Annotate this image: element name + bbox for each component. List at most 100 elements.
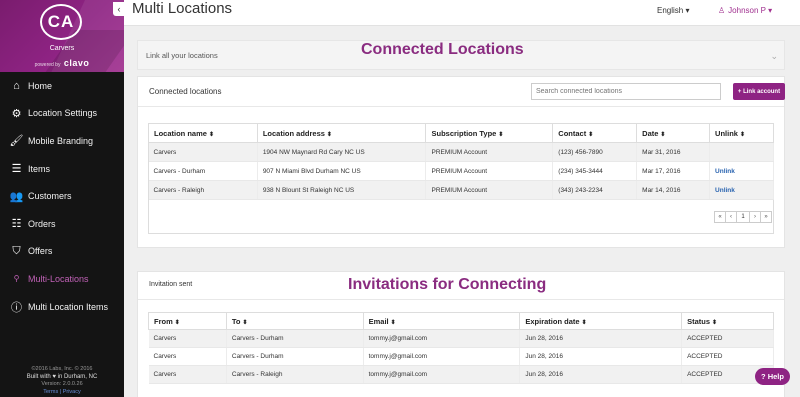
avatar[interactable]: CA [40, 4, 82, 40]
table-row: Carvers Carvers - Durham tommy.j@gmail.com… [148, 347, 774, 366]
sort-icon[interactable]: ⬍ [242, 320, 247, 326]
link-account-button[interactable]: + Link account [733, 83, 785, 100]
cell-expiration: Jun 28, 2016 [519, 329, 683, 348]
column-label: Location address [262, 128, 325, 138]
language-dropdown[interactable]: English ▾ [657, 6, 690, 15]
sidebar-footer: ©2016 Labs, Inc. © 2016 Built with ♥ in … [0, 366, 124, 397]
column-header[interactable]: Location address ⬍ [256, 123, 427, 143]
sort-icon[interactable]: ⬍ [660, 132, 665, 138]
sidebar-item-location-settings[interactable]: ⚙ Location Settings [0, 100, 124, 128]
cell-to: Carvers - Durham [226, 329, 364, 348]
footer-links[interactable]: Terms | Privacy [0, 389, 124, 396]
cell-address: 907 N Miami Blvd Durham NC US [257, 161, 427, 181]
link-all-label: Link all your locations [146, 51, 218, 60]
table-body: Carvers 1904 NW Maynard Rd Cary NC US PREM… [148, 142, 774, 200]
sidebar-item-label: Mobile Branding [28, 135, 94, 146]
connected-locations-panel: Connected locations + Link account Locat… [137, 76, 785, 248]
home-icon: ⌂ [13, 79, 20, 92]
user-icon: ♙ [718, 6, 726, 15]
cell-to: Carvers - Raleigh [226, 365, 364, 384]
sidebar-item-label: Offers [28, 246, 53, 257]
table-row: Carvers Carvers - Raleigh tommy.j@gmail.co… [148, 365, 774, 384]
clavo-logo: clavo [63, 58, 90, 68]
sidebar-item-multi-location-items[interactable]: ⓘ Multi Location Items [0, 293, 124, 321]
column-label: Location name [154, 128, 207, 138]
multi-location-icon: ⚲ [13, 274, 20, 284]
cell-date: Mar 17, 2016 [636, 161, 711, 181]
column-header[interactable]: Date ⬍ [636, 123, 711, 143]
sort-icon[interactable]: ⬍ [498, 132, 503, 138]
sidebar-item-orders[interactable]: ☷ Orders [0, 210, 124, 238]
sidebar-item-label: Items [28, 163, 51, 174]
sort-icon[interactable]: ⬍ [209, 132, 214, 138]
cell-contact: (234) 345-3444 [552, 161, 638, 181]
cell-date: Mar 14, 2016 [636, 180, 711, 200]
cell-status: ACCEPTED [681, 329, 774, 348]
table-row: Carvers Carvers - Durham tommy.j@gmail.com… [148, 329, 774, 348]
table-row: Carvers - Durham 907 N Miami Blvd Durham … [148, 161, 774, 181]
sidebar-item-customers[interactable]: 👥 Customers [0, 182, 124, 210]
sort-icon[interactable]: ⬍ [327, 132, 332, 138]
unlink-link[interactable]: Unlink [715, 168, 735, 175]
sidebar-item-label: Multi-Locations [28, 273, 89, 284]
column-label: Date [642, 128, 659, 138]
column-header[interactable]: Unlink ⬍ [709, 123, 774, 143]
search-connected-input[interactable] [531, 83, 721, 100]
cell-subscription: PREMIUM Account [425, 161, 554, 181]
sidebar-item-label: Customers [28, 191, 72, 202]
cell-expiration: Jun 28, 2016 [519, 365, 683, 384]
column-header[interactable]: To ⬍ [225, 312, 364, 330]
column-header[interactable]: From ⬍ [148, 312, 227, 330]
cell-name: Carvers - Raleigh [148, 180, 258, 200]
cell-unlink [709, 142, 774, 162]
unlink-link[interactable]: Unlink [715, 187, 735, 194]
sidebar: CA Carvers powered by clavo ⌂ Home ⚙ Locati… [0, 0, 124, 397]
sidebar-item-items[interactable]: ☰ Items [0, 155, 124, 183]
sort-icon[interactable]: ⬍ [175, 320, 180, 326]
column-label: Expiration date [525, 316, 580, 326]
column-header[interactable]: Contact ⬍ [552, 123, 638, 143]
column-header[interactable]: Location name ⬍ [148, 123, 258, 143]
help-button[interactable]: ? Help [755, 368, 790, 385]
cell-subscription: PREMIUM Account [425, 142, 554, 162]
last-page-button[interactable]: » [760, 211, 772, 223]
sidebar-item-multi-locations[interactable]: ⚲ Multi-Locations [0, 265, 124, 293]
column-header[interactable]: Status ⬍ [681, 312, 774, 330]
table-row: Carvers - Raleigh 938 N Blount St Raleigh… [148, 180, 774, 200]
cell-subscription: PREMIUM Account [425, 180, 554, 200]
pagination: «‹ 1 ›» [714, 211, 772, 223]
language-label: English [657, 6, 684, 15]
sort-icon[interactable]: ⬍ [588, 132, 593, 138]
connected-locations-title: Connected Locations [361, 41, 524, 58]
caret-down-icon: ▾ [768, 6, 773, 15]
cell-from: Carvers [148, 347, 227, 366]
column-label: Email [368, 316, 389, 326]
user-menu[interactable]: ♙ Johnson P ▾ [718, 6, 772, 15]
sidebar-item-label: Multi Location Items [28, 301, 109, 312]
sidebar-item-label: Home [28, 80, 53, 91]
column-header[interactable]: Email ⬍ [362, 312, 521, 330]
user-name: Johnson P [728, 6, 766, 15]
column-header[interactable]: Expiration date ⬍ [519, 312, 683, 330]
cell-from: Carvers [148, 365, 227, 384]
sidebar-item-offers[interactable]: ⛉ Offers [0, 238, 124, 266]
chevron-down-icon[interactable]: ⌄ [770, 51, 778, 62]
sidebar-item-home[interactable]: ⌂ Home [0, 72, 124, 100]
sort-icon[interactable]: ⬍ [391, 320, 396, 326]
sidebar-item-label: Orders [28, 218, 56, 229]
cell-to: Carvers - Durham [226, 347, 364, 366]
cell-unlink: Unlink [709, 180, 774, 200]
page-1-button[interactable]: 1 [736, 211, 750, 223]
sort-icon[interactable]: ⬍ [582, 320, 587, 326]
invitation-sent-heading: Invitation sent [149, 281, 193, 288]
sort-icon[interactable]: ⬍ [712, 320, 717, 326]
sidebar-item-mobile-branding[interactable]: 🖌 Mobile Branding [0, 127, 124, 155]
table-row: Carvers 1904 NW Maynard Rd Cary NC US PREM… [148, 142, 774, 162]
brand-name: Carvers [49, 45, 75, 52]
cell-contact: (343) 243-2234 [552, 180, 638, 200]
sort-icon[interactable]: ⬍ [740, 132, 745, 138]
cell-email: tommy.j@gmail.com [363, 329, 521, 348]
chevron-left-icon[interactable]: ‹ [113, 2, 125, 16]
copyright-text: ©2016 Labs, Inc. © 2016 [31, 366, 93, 373]
column-header[interactable]: Subscription Type ⬍ [425, 123, 554, 143]
